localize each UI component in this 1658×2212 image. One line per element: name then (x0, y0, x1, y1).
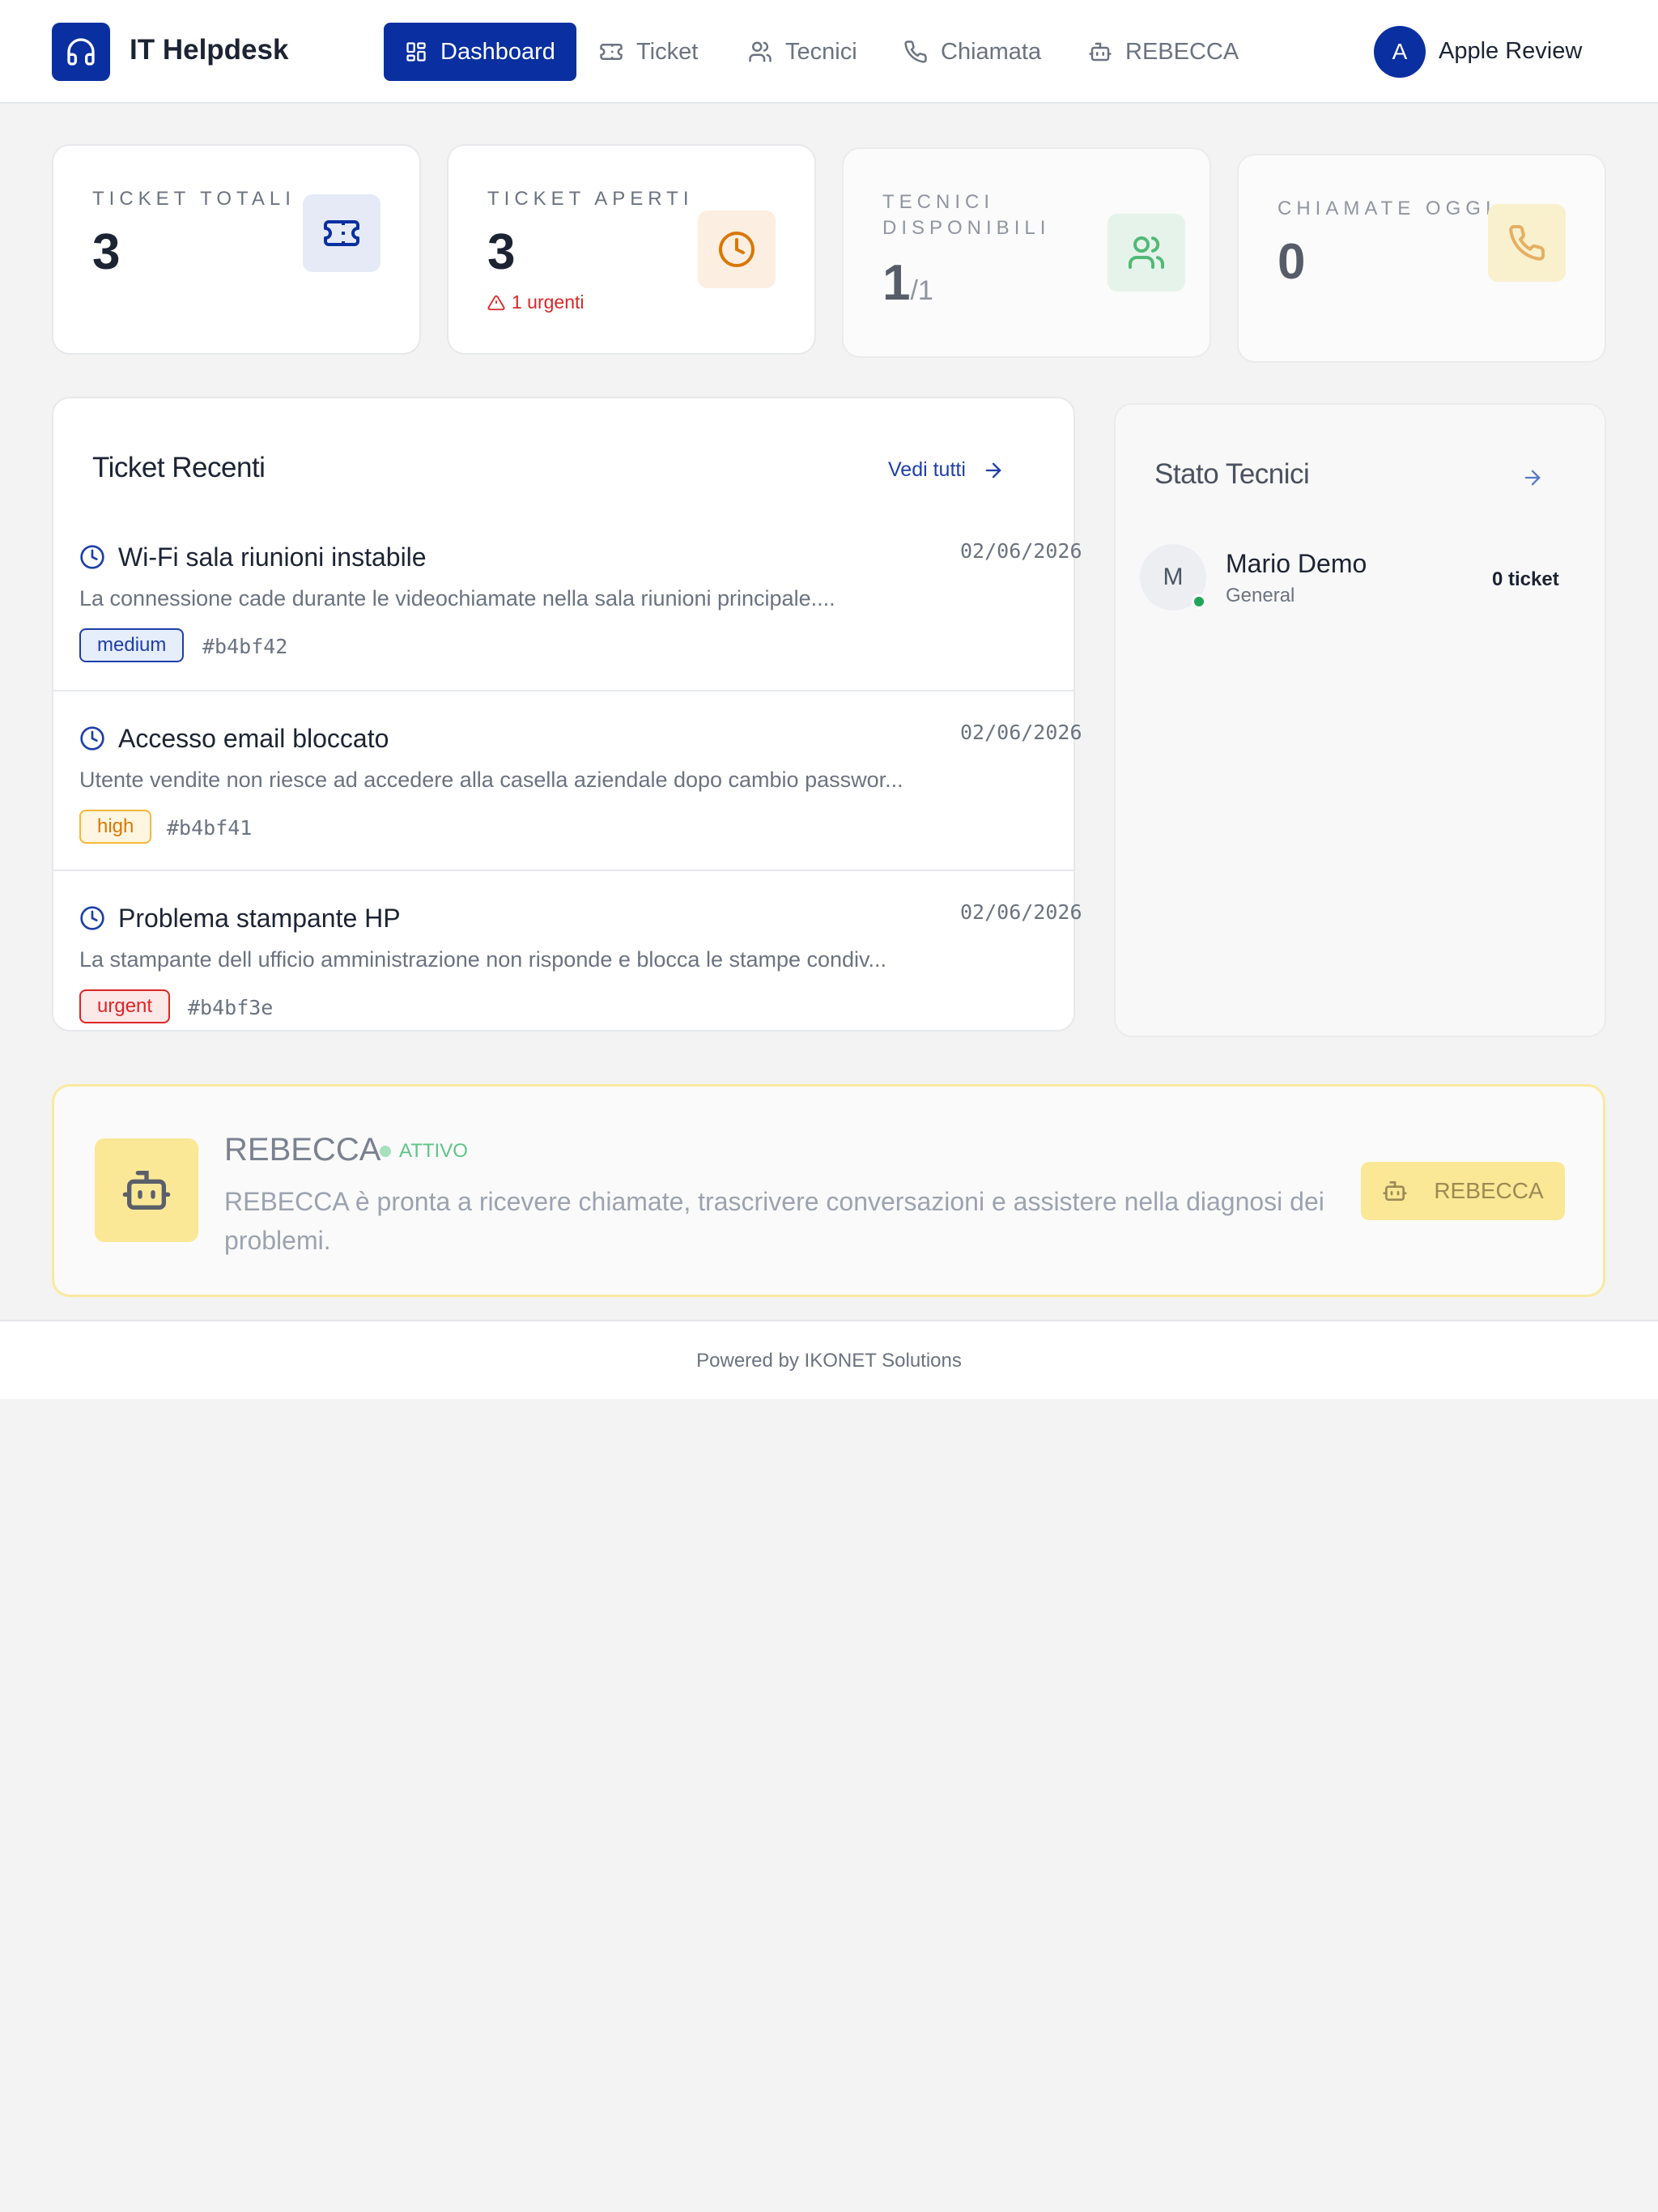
nav-chiamata[interactable]: Chiamata (882, 23, 1062, 81)
rebecca-title: REBECCA (224, 1132, 381, 1168)
stat-label: TICKET APERTI (487, 188, 694, 210)
tecnici-total: /1 (910, 275, 933, 306)
rebecca-status-label: ATTIVO (399, 1140, 468, 1162)
technicians-panel (1114, 403, 1606, 1037)
ticket-date: 02/06/2026 (960, 900, 1082, 924)
arrow-right-icon[interactable] (1521, 466, 1544, 489)
technician-ticket-count: 0 ticket (1492, 568, 1559, 590)
nav-dashboard[interactable]: Dashboard (384, 23, 576, 81)
rebecca-banner: REBECCA ATTIVO REBECCA è pronta a riceve… (52, 1084, 1605, 1297)
open-rebecca-label: REBECCA (1434, 1178, 1544, 1203)
ticket-title: Accesso email bloccato (118, 724, 389, 753)
ticket-row[interactable]: Problema stampante HP 02/06/2026 La stam… (53, 870, 1082, 1030)
footer: Powered by IKONET Solutions (0, 1320, 1658, 1399)
stat-value: 3 (92, 224, 121, 280)
priority-badge: high (79, 810, 152, 844)
clock-icon (698, 211, 776, 288)
ticket-icon (303, 194, 380, 272)
ticket-id: #b4bf41 (167, 816, 253, 840)
stat-label: TICKET TOTALI (92, 188, 295, 210)
open-rebecca-button[interactable]: REBECCA (1361, 1162, 1565, 1220)
user-name[interactable]: Apple Review (1439, 38, 1582, 65)
technician-name[interactable]: Mario Demo (1226, 549, 1367, 579)
tecnici-available: 1 (882, 255, 911, 311)
phone-icon (1488, 204, 1566, 282)
arrow-right-icon (985, 462, 1001, 478)
stat-card-tecnici[interactable]: TECNICI DISPONIBILI 1/1 (842, 147, 1211, 358)
clock-icon (80, 906, 104, 930)
priority-badge: urgent (79, 989, 171, 1023)
stat-card-ticket-totali[interactable]: TICKET TOTALI 3 (52, 144, 421, 355)
ticket-date: 02/06/2026 (960, 539, 1082, 563)
ticket-title: Problema stampante HP (118, 904, 401, 933)
footer-text: Powered by IKONET Solutions (696, 1350, 962, 1372)
nav-rebecca[interactable]: REBECCA (1067, 23, 1260, 81)
phone-icon (904, 40, 927, 63)
user-avatar[interactable]: A (1374, 26, 1426, 78)
ticket-title: Wi-Fi sala riunioni instabile (118, 542, 427, 572)
ticket-id: #b4bf3e (188, 996, 274, 1019)
ticket-description: La connessione cade durante le videochia… (79, 586, 835, 610)
bot-icon (1089, 42, 1112, 62)
see-all-label: Vedi tutti (888, 458, 966, 481)
stat-value: 0 (1278, 234, 1306, 290)
nav-ticket[interactable]: Ticket (578, 23, 719, 81)
ticket-description: La stampante dell ufficio amministrazion… (79, 947, 887, 972)
urgent-indicator: 1 urgenti (487, 291, 585, 313)
nav-tecnici[interactable]: Tecnici (727, 23, 878, 81)
rebecca-description: REBECCA è pronta a ricevere chiamate, tr… (224, 1187, 1324, 1255)
urgent-count: 1 urgenti (512, 291, 585, 313)
nav-tecnici-label: Tecnici (785, 38, 857, 65)
see-all-tickets-link[interactable]: Vedi tutti (888, 458, 1005, 482)
ticket-icon (600, 44, 623, 60)
users-icon (1107, 214, 1185, 291)
clock-icon (80, 545, 104, 569)
dashboard-icon (406, 42, 426, 62)
stat-card-ticket-aperti[interactable]: TICKET APERTI 3 1 urgenti (447, 144, 816, 355)
top-header: IT Helpdesk Dashboard Ticket Tecnici Chi… (0, 0, 1658, 104)
nav-rebecca-label: REBECCA (1125, 38, 1239, 65)
bot-icon (1383, 1181, 1407, 1201)
technicians-title: Stato Tecnici (1154, 458, 1310, 490)
technician-role: General (1226, 585, 1295, 606)
ticket-row[interactable]: Accesso email bloccato 02/06/2026 Utente… (53, 690, 1082, 870)
recent-tickets-title: Ticket Recenti (92, 452, 266, 483)
stat-card-chiamate[interactable]: CHIAMATE OGGI 0 (1237, 154, 1606, 363)
bot-icon (95, 1138, 198, 1242)
nav-dashboard-label: Dashboard (440, 38, 555, 65)
clock-icon (80, 726, 104, 751)
stat-value: 1/1 (882, 254, 933, 312)
users-icon (749, 41, 772, 62)
app-title: IT Helpdesk (130, 34, 289, 66)
stat-label: TECNICI DISPONIBILI (882, 191, 1051, 239)
rebecca-status-badge: ATTIVO (380, 1140, 468, 1163)
status-dot (380, 1146, 391, 1157)
priority-badge: medium (79, 628, 185, 662)
ticket-id: #b4bf42 (202, 635, 288, 658)
online-status-dot (1192, 594, 1206, 609)
headset-logo-icon[interactable] (52, 23, 110, 81)
ticket-row[interactable]: Wi-Fi sala riunioni instabile 02/06/2026… (53, 512, 1082, 691)
nav-chiamata-label: Chiamata (941, 38, 1042, 65)
nav-ticket-label: Ticket (636, 38, 699, 65)
ticket-description: Utente vendite non riesce ad accedere al… (79, 768, 903, 792)
stat-label: CHIAMATE OGGI (1278, 198, 1496, 219)
alert-triangle-icon (487, 295, 505, 310)
stat-value: 3 (487, 224, 516, 280)
ticket-date: 02/06/2026 (960, 721, 1082, 744)
